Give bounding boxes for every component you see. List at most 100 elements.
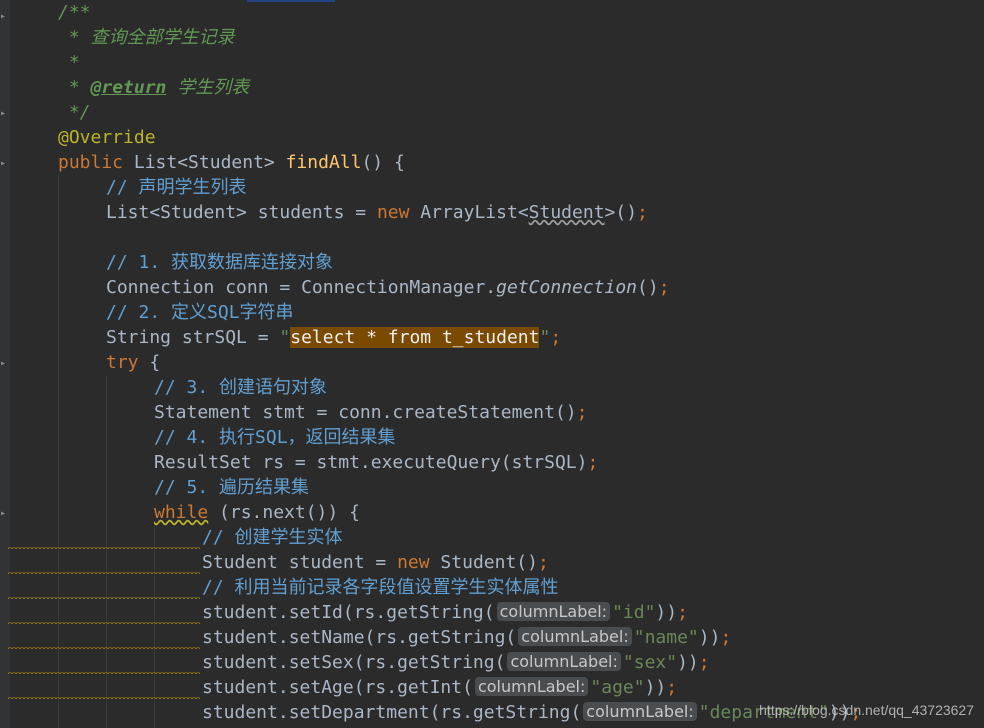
method-name: findAll [285, 152, 362, 173]
code-text: )) [655, 602, 678, 623]
code-line: @Override [58, 125, 156, 150]
warning-underline [8, 571, 200, 575]
code-text: Connection conn = ConnectionManager. [106, 277, 497, 298]
code-line: * [58, 50, 80, 75]
semicolon: ; [720, 627, 732, 648]
semicolon: ; [698, 652, 710, 673]
code-line: Student student = new Student(); [202, 550, 549, 575]
fold-icon[interactable]: ▸ [0, 11, 9, 22]
code-text: ResultSet rs = stmt.executeQuery(strSQL) [154, 452, 588, 473]
warning-underline [8, 646, 200, 650]
line-comment: // 利用当前记录各字段值设置学生实体属性 [202, 577, 559, 598]
code-line: Connection conn = ConnectionManager.getC… [106, 275, 670, 300]
warning-underline [8, 546, 200, 550]
code-line: List<Student> students = new ArrayList<S… [106, 200, 648, 225]
code-line: while (rs.next()) { [154, 500, 360, 525]
warning-underline [8, 671, 200, 675]
code-text: () [637, 277, 659, 298]
code-line: student.setId(rs.getString(columnLabel: "… [202, 600, 688, 625]
doc-comment: /** [58, 2, 91, 23]
parameter-hint: columnLabel: [474, 677, 589, 696]
code-text: )) [644, 677, 667, 698]
warning-underline [8, 621, 200, 625]
string-quote: " [539, 327, 551, 348]
doc-comment: * [58, 52, 80, 73]
line-comment: // 5. 遍历结果集 [154, 477, 310, 498]
code-line: public List<Student> findAll() { [58, 150, 405, 175]
keyword: new [376, 202, 410, 223]
fold-icon[interactable]: ▸ [0, 358, 9, 369]
code-text: >() [604, 202, 638, 223]
code-line: String strSQL = "select * from t_student… [106, 325, 561, 350]
parameter-hint: columnLabel: [507, 652, 621, 671]
code-line: // 声明学生列表 [106, 175, 247, 200]
code-text: (rs.next()) { [208, 502, 360, 523]
generic-type: Student [528, 202, 605, 223]
string-literal: "sex" [622, 652, 678, 673]
semicolon: ; [677, 602, 688, 623]
doc-tag: @return [90, 77, 167, 98]
code-editor[interactable]: ▸ ▸ ▸ ▸ ▸ /** * 查询全部学生记录 * * @return 学生列… [0, 0, 984, 728]
doc-comment: 学生列表 [166, 77, 250, 98]
keyword: try [106, 352, 139, 373]
code-text: { [138, 352, 161, 373]
keyword: new [397, 552, 430, 573]
code-line: // 创建学生实体 [202, 525, 343, 550]
code-line: */ [58, 100, 91, 125]
doc-comment: * 查询全部学生记录 [58, 27, 235, 48]
code-text: Student() [429, 552, 538, 573]
code-text: student.setDepartment(rs.getString( [202, 702, 582, 723]
warning-underline [8, 696, 200, 700]
code-line: Statement stmt = conn.createStatement(); [154, 400, 587, 425]
line-comment: // 4. 执行SQL，返回结果集 [154, 427, 396, 448]
code-line: // 1. 获取数据库连接对象 [106, 250, 333, 275]
code-line: student.setSex(rs.getString(columnLabel:… [202, 650, 710, 675]
code-line: student.setAge(rs.getInt(columnLabel: "ag… [202, 675, 677, 700]
line-comment: // 3. 创建语句对象 [154, 377, 328, 398]
code-line: // 2. 定义SQL字符串 [106, 300, 294, 325]
code-line: /** [58, 0, 91, 25]
parameter-hint: columnLabel: [496, 602, 611, 621]
fold-icon[interactable]: ▸ [0, 108, 9, 119]
watermark: https://blog.csdn.net/qq_43723627 [759, 702, 974, 718]
semicolon: ; [666, 677, 678, 698]
keyword: public [58, 152, 124, 173]
code-text: )) [698, 627, 721, 648]
line-comment: // 1. 获取数据库连接对象 [106, 252, 334, 273]
string-literal: "name" [633, 627, 699, 648]
doc-comment: * [58, 77, 91, 98]
scroll-marker [247, 0, 335, 2]
warning-underline [8, 596, 200, 600]
code-text: student.setSex(rs.getString( [202, 652, 506, 673]
keyword: while [154, 502, 209, 523]
string-quote: " [279, 327, 291, 348]
code-text: Statement stmt = conn.createStatement() [154, 402, 577, 423]
doc-comment: */ [58, 102, 91, 123]
semicolon: ; [537, 552, 549, 573]
code-line: student.setName(rs.getString(columnLabel… [202, 625, 731, 650]
code-line: * @return 学生列表 [58, 75, 249, 100]
selected-string[interactable]: select * from t_student [290, 327, 540, 348]
code-line: // 5. 遍历结果集 [154, 475, 309, 500]
code-text: ArrayList< [409, 202, 529, 223]
semicolon: ; [576, 402, 588, 423]
semicolon: ; [637, 202, 648, 223]
code-line: // 利用当前记录各字段值设置学生实体属性 [202, 575, 559, 600]
fold-icon[interactable]: ▸ [0, 158, 9, 169]
parameter-hint: columnLabel: [518, 627, 632, 646]
code-text: student.setAge(rs.getInt( [202, 677, 473, 698]
code-line: // 4. 执行SQL，返回结果集 [154, 425, 396, 450]
code-text: Student student = [202, 552, 398, 573]
static-method: getConnection [496, 277, 638, 298]
line-comment: // 创建学生实体 [202, 527, 343, 548]
string-literal: "age" [590, 677, 645, 698]
parameter-hint: columnLabel: [583, 702, 697, 721]
line-comment: // 声明学生列表 [106, 177, 247, 198]
code-line: try { [106, 350, 160, 375]
fold-icon[interactable]: ▸ [0, 508, 9, 519]
params: () { [361, 152, 405, 173]
code-text: student.setName(rs.getString( [202, 627, 517, 648]
code-text: List<Student> students = [106, 202, 377, 223]
type: List<Student> [123, 152, 286, 173]
code-text: String strSQL = [106, 327, 280, 348]
